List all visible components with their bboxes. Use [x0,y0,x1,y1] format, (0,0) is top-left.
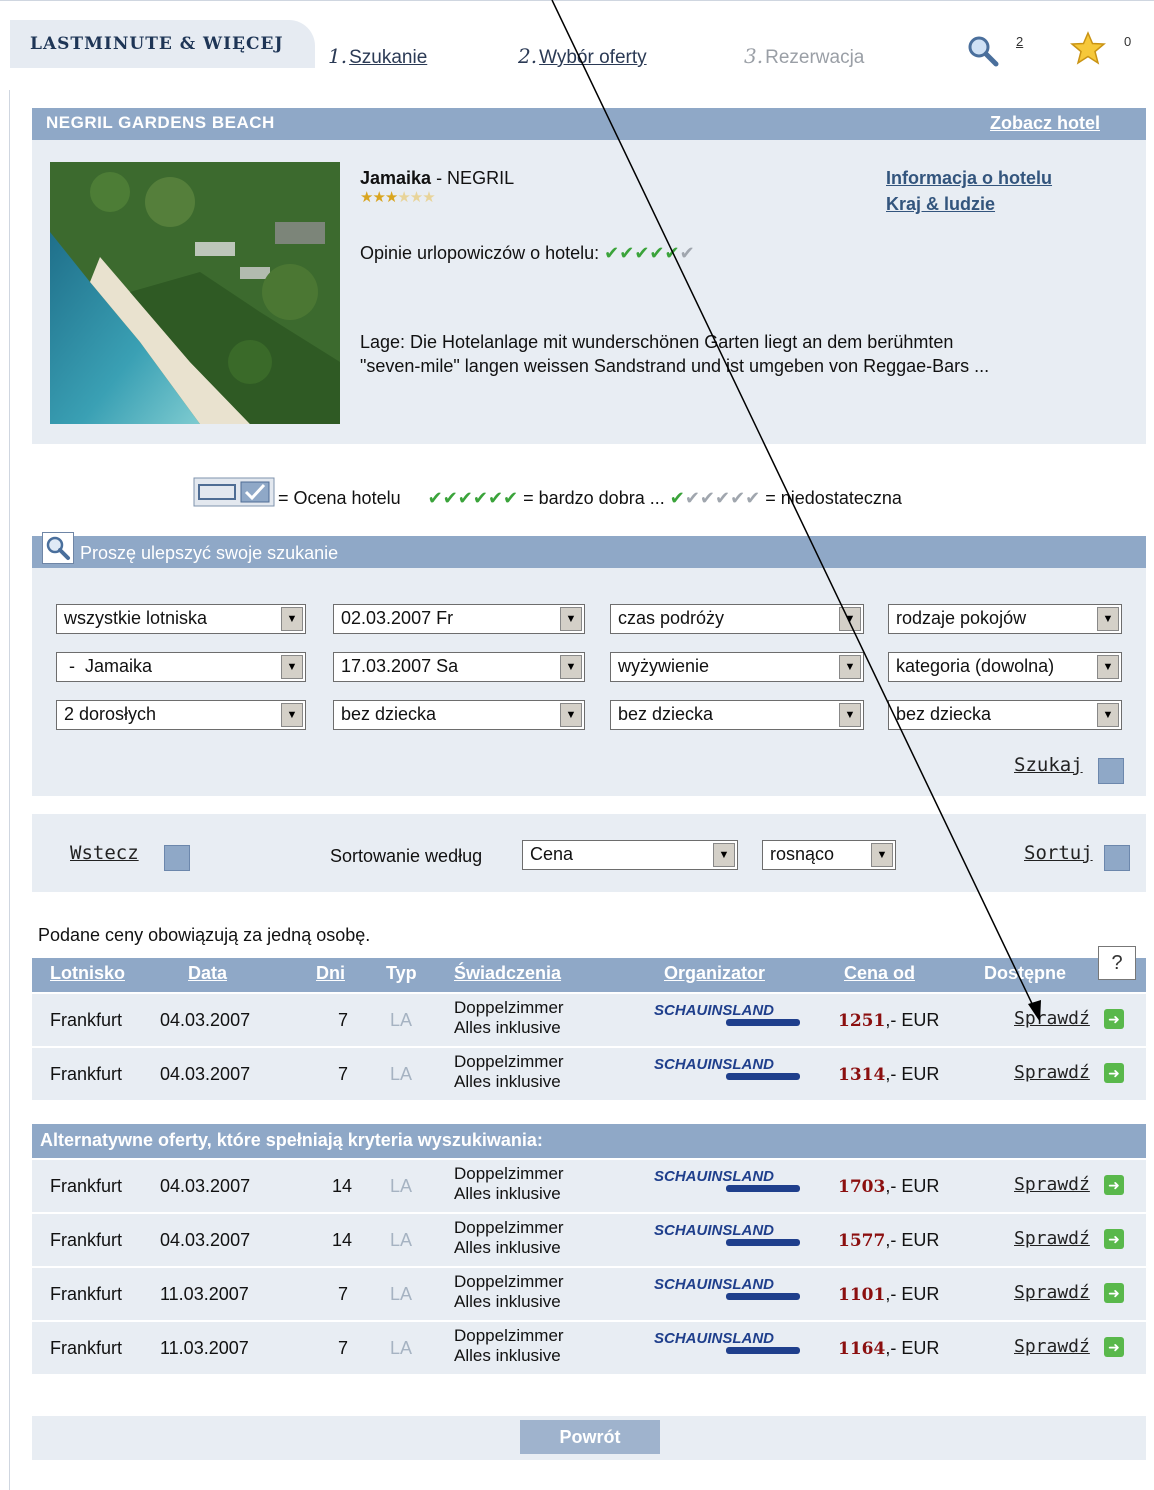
annotation-arrow [551,0,1041,1022]
